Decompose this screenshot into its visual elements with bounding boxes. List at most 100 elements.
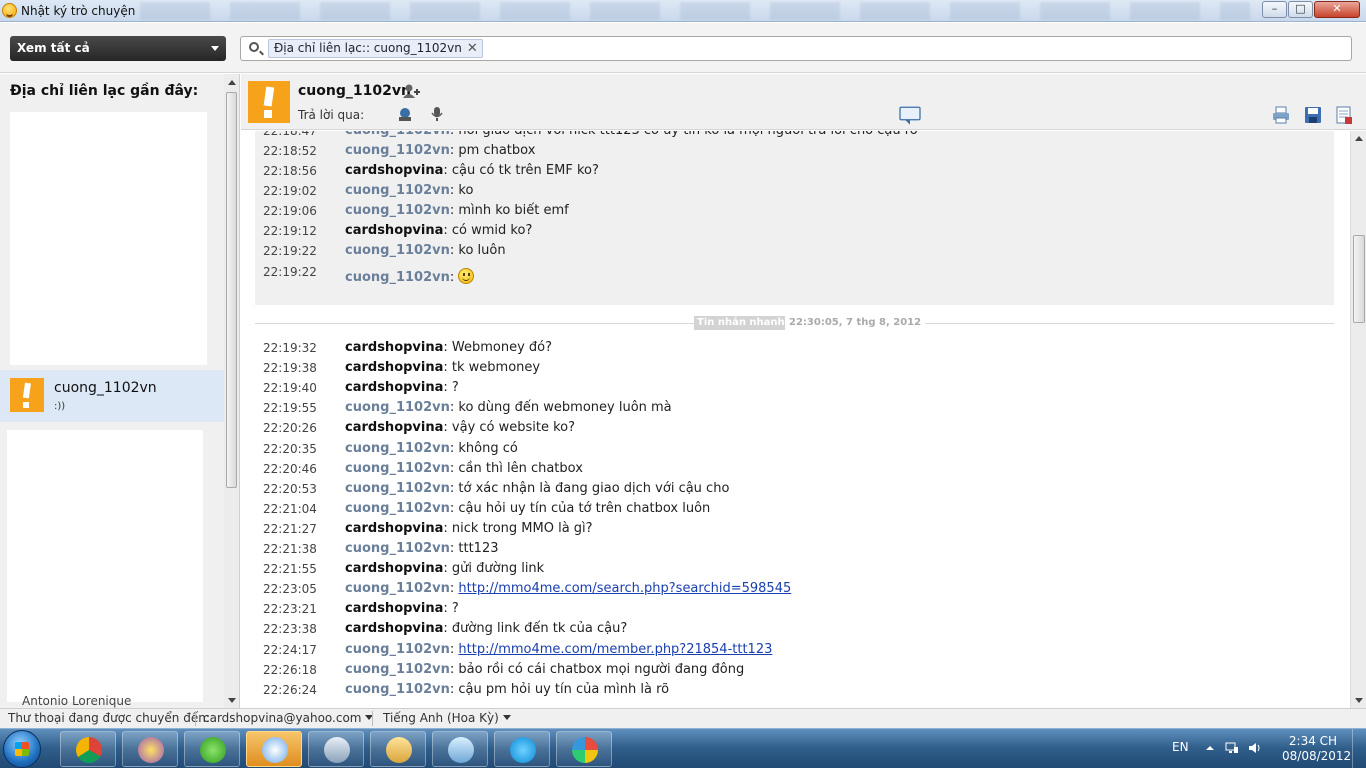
- show-desktop-button[interactable]: [1352, 729, 1366, 769]
- chat-message: 22:23:21 cardshopvina: ?: [241, 601, 1331, 621]
- system-clock[interactable]: 2:34 CH 08/08/2012: [1282, 734, 1351, 764]
- message-sender[interactable]: cardshopvina: [345, 380, 443, 395]
- start-button[interactable]: [3, 730, 41, 768]
- maximize-button[interactable]: □: [1288, 1, 1313, 18]
- message-sender[interactable]: cuong_1102vn: [345, 682, 450, 697]
- recent-contacts-panel: Địa chỉ liên lạc gần đây: cuong_1102vn :…: [0, 74, 240, 708]
- scrollbar-thumb[interactable]: [1353, 235, 1365, 323]
- message-sender[interactable]: cuong_1102vn: [345, 581, 450, 596]
- save-icon[interactable]: [1303, 105, 1323, 125]
- message-sender[interactable]: cardshopvina: [345, 420, 443, 435]
- language-dropdown[interactable]: Tiếng Anh (Hoa Kỳ): [383, 711, 511, 725]
- yahoo-messenger-icon: [2, 3, 17, 18]
- message-sender[interactable]: cardshopvina: [345, 360, 443, 375]
- smiley-icon: [458, 268, 475, 284]
- message-line: cuong_1102vn: http://mmo4me.com/search.p…: [345, 581, 791, 596]
- message-text: hỏi giao dịch với nick ttt123 có uy tín …: [458, 131, 917, 138]
- taskbar: EN 2:34 CH 08/08/2012: [0, 728, 1366, 769]
- message-sender[interactable]: cuong_1102vn: [345, 143, 450, 158]
- message-sender[interactable]: cuong_1102vn: [345, 131, 450, 138]
- scroll-down-icon[interactable]: [1355, 698, 1363, 703]
- search-filter-chip[interactable]: Địa chỉ liên lạc:: cuong_1102vn ✕: [268, 39, 483, 58]
- message-sender[interactable]: cuong_1102vn: [345, 243, 450, 258]
- view-filter-dropdown[interactable]: Xem tất cả: [10, 36, 226, 61]
- chat-message: 22:21:55 cardshopvina: gửi đường link: [241, 561, 1331, 581]
- taskbar-button-icq[interactable]: [184, 731, 240, 767]
- contacts-list-area: [10, 112, 207, 365]
- add-contact-icon[interactable]: [402, 83, 420, 99]
- message-line: cuong_1102vn: mình ko biết emf: [345, 203, 569, 218]
- message-text: gửi đường link: [451, 561, 545, 577]
- volume-icon[interactable]: [1248, 741, 1262, 755]
- message-sender[interactable]: cardshopvina: [345, 223, 443, 238]
- yahoo-messenger-icon: [138, 737, 164, 763]
- search-input[interactable]: Địa chỉ liên lạc:: cuong_1102vn ✕: [240, 36, 1352, 61]
- taskbar-button-file-explorer[interactable]: [370, 731, 426, 767]
- account-dropdown[interactable]: cardshopvina@yahoo.com: [203, 711, 374, 725]
- message-line: cuong_1102vn: hỏi giao dịch với nick ttt…: [345, 131, 918, 138]
- taskbar-button-paint[interactable]: [556, 731, 612, 767]
- close-icon[interactable]: ✕: [467, 40, 478, 57]
- message-link[interactable]: http://mmo4me.com/member.php?21854-ttt12…: [458, 642, 772, 657]
- scroll-down-icon[interactable]: [228, 698, 236, 703]
- taskbar-button-google-talk[interactable]: [246, 731, 302, 767]
- message-sender[interactable]: cuong_1102vn: [345, 183, 450, 198]
- message-sender[interactable]: cardshopvina: [345, 601, 443, 616]
- taskbar-button-yahoo-messenger[interactable]: [122, 731, 178, 767]
- message-sender[interactable]: cuong_1102vn: [345, 400, 450, 415]
- message-sender[interactable]: cuong_1102vn: [345, 642, 450, 657]
- message-sender[interactable]: cardshopvina: [345, 621, 443, 636]
- message-sender[interactable]: cuong_1102vn: [345, 441, 450, 456]
- message-sender[interactable]: cuong_1102vn: [345, 203, 450, 218]
- message-text: cậu hỏi uy tín của tớ trên chatbox luôn: [458, 500, 711, 516]
- message-link[interactable]: http://mmo4me.com/search.php?searchid=59…: [458, 581, 791, 596]
- message-line: cardshopvina: đường link đến tk của cậu?: [345, 621, 627, 636]
- chat-message: 22:20:46 cuong_1102vn: cần thì lên chatbo…: [241, 461, 1331, 481]
- sidebar-scrollbar[interactable]: [224, 74, 239, 708]
- taskbar-button-calculator[interactable]: [308, 731, 364, 767]
- notepad-icon: [448, 737, 474, 763]
- contact-item[interactable]: cuong_1102vn :)): [0, 370, 224, 422]
- title-bar: Nhật ký trò chuyện – □ ✕: [0, 0, 1366, 22]
- scrollbar-thumb[interactable]: [226, 92, 237, 488]
- message-text: ?: [451, 601, 459, 617]
- message-sender[interactable]: cuong_1102vn: [345, 541, 450, 556]
- instant-message-icon[interactable]: [365, 106, 1366, 126]
- message-sender[interactable]: cuong_1102vn: [345, 461, 450, 476]
- message-sender[interactable]: cardshopvina: [345, 163, 443, 178]
- taskbar-button-chrome[interactable]: [60, 731, 116, 767]
- message-sender[interactable]: cardshopvina: [345, 340, 443, 355]
- voice-call-icon[interactable]: [396, 106, 414, 122]
- taskbar-button-skype[interactable]: [494, 731, 550, 767]
- message-text: ttt123: [458, 541, 499, 556]
- partial-contact-item[interactable]: Antonio Lorenique: [22, 694, 182, 708]
- scroll-up-icon[interactable]: [1355, 136, 1363, 141]
- message-sender[interactable]: cuong_1102vn: [345, 662, 450, 677]
- chevron-down-icon: [502, 715, 511, 720]
- delete-history-icon[interactable]: [1334, 105, 1354, 125]
- show-hidden-icons-icon[interactable]: [1203, 741, 1217, 755]
- microphone-icon[interactable]: [428, 106, 446, 122]
- message-sender[interactable]: cuong_1102vn: [345, 481, 450, 496]
- minimize-button[interactable]: –: [1262, 1, 1287, 18]
- message-sender[interactable]: cuong_1102vn: [345, 270, 450, 285]
- sender-separator: :: [443, 561, 452, 577]
- message-text: không có: [458, 440, 518, 456]
- message-line: cuong_1102vn: cần thì lên chatbox: [345, 461, 583, 476]
- network-icon[interactable]: [1225, 741, 1239, 755]
- scroll-up-icon[interactable]: [228, 80, 236, 85]
- message-time: 22:19:55: [263, 401, 317, 416]
- message-sender[interactable]: cardshopvina: [345, 521, 443, 536]
- chat-scrollbar[interactable]: [1350, 131, 1366, 708]
- message-time: 22:26:18: [263, 662, 317, 677]
- chat-message: 22:21:27 cardshopvina: nick trong MMO là …: [241, 521, 1331, 541]
- message-sender[interactable]: cardshopvina: [345, 561, 443, 576]
- chat-message: 22:20:35 cuong_1102vn: không có: [241, 441, 1331, 461]
- input-language-indicator[interactable]: EN: [1172, 740, 1189, 754]
- close-button[interactable]: ✕: [1314, 1, 1360, 18]
- message-sender[interactable]: cuong_1102vn: [345, 501, 450, 516]
- taskbar-button-notepad[interactable]: [432, 731, 488, 767]
- message-time: 22:23:05: [263, 582, 317, 597]
- file-explorer-icon: [386, 737, 412, 763]
- print-icon[interactable]: [1271, 105, 1291, 125]
